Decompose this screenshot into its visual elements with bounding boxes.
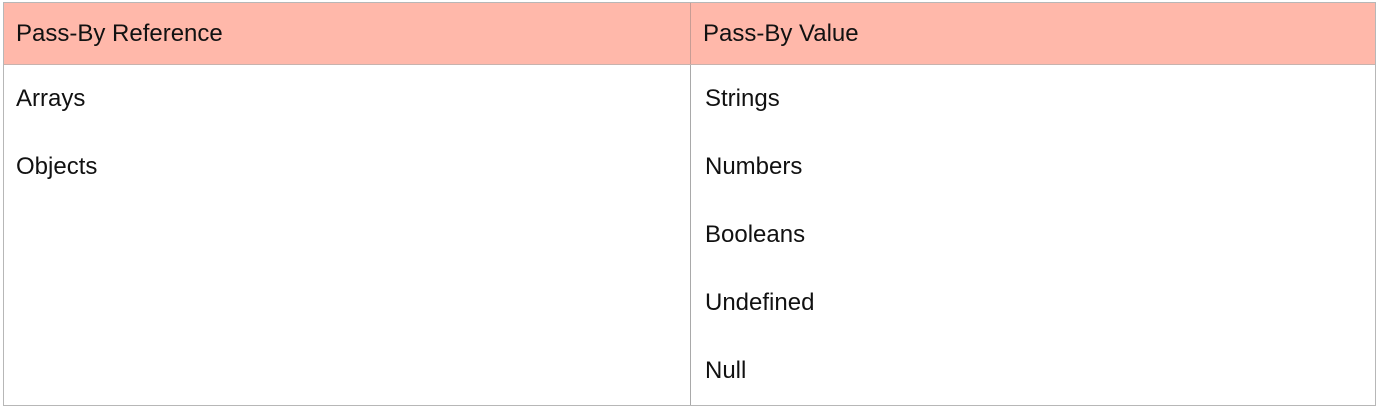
list-item-booleans: Booleans (705, 221, 806, 248)
list-item-arrays: Arrays (16, 85, 86, 112)
comparison-table: Pass-By Reference Pass-By Value Arrays O… (3, 2, 1376, 406)
table-header-row: Pass-By Reference Pass-By Value (4, 3, 1375, 65)
list-item-undefined: Undefined (705, 289, 815, 316)
list-item-strings: Strings (705, 85, 780, 112)
list-item-null: Null (705, 357, 747, 384)
header-pass-by-value: Pass-By Value (703, 19, 859, 47)
list-item-numbers: Numbers (705, 153, 803, 180)
reference-column: Arrays Objects (4, 65, 691, 405)
value-column: Strings Numbers Booleans Undefined Null (691, 65, 1375, 405)
list-item-objects: Objects (16, 153, 98, 180)
header-pass-by-reference: Pass-By Reference (4, 3, 691, 64)
table-body: Arrays Objects Strings Numbers Booleans … (4, 65, 1375, 405)
